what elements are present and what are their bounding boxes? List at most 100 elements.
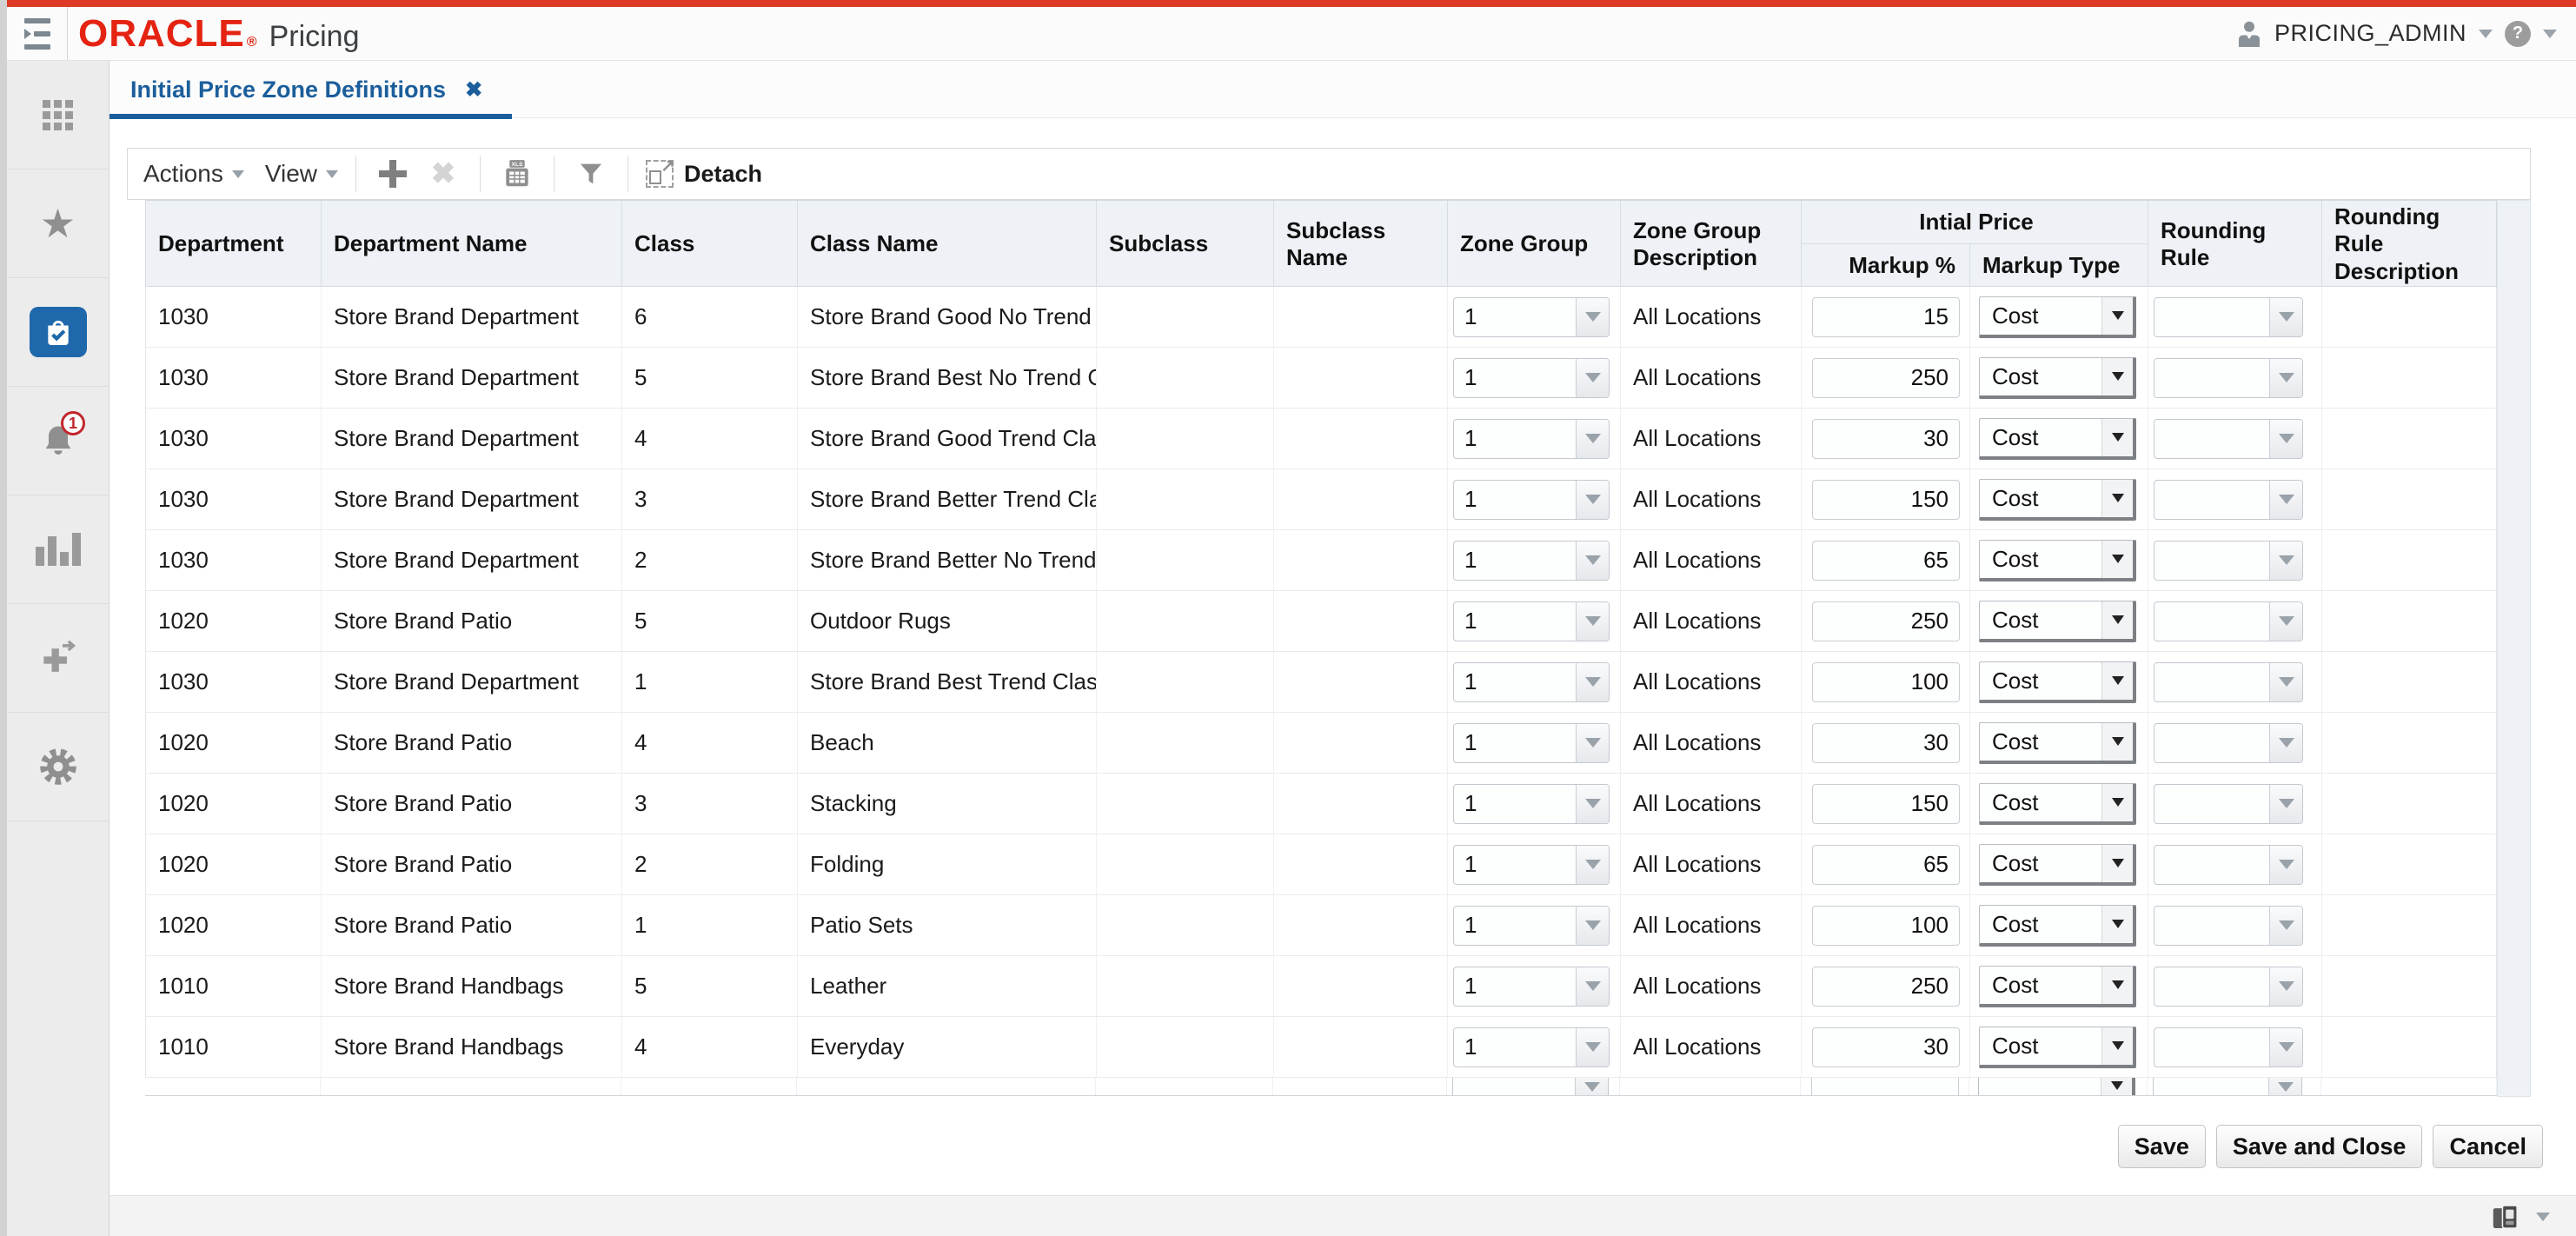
zone-group-dropdown-button[interactable] xyxy=(1576,846,1609,884)
footer-chevron-down-icon[interactable] xyxy=(2536,1213,2550,1221)
markup-type-dropdown-button[interactable] xyxy=(2101,480,2133,517)
rounding-rule-value[interactable] xyxy=(2154,602,2269,641)
markup-type-dropdown-button[interactable] xyxy=(2101,967,2133,1004)
markup-type-select[interactable]: Cost xyxy=(1979,357,2136,399)
zone-group-value[interactable]: 1 xyxy=(1454,298,1576,336)
zone-group-dropdown-button[interactable] xyxy=(1576,542,1609,580)
markup-pct-input[interactable] xyxy=(1812,784,1960,824)
rounding-rule-dropdown-button[interactable] xyxy=(2269,359,2302,397)
rounding-rule-value[interactable] xyxy=(2154,359,2269,397)
zone-group-combobox[interactable]: 1 xyxy=(1453,967,1610,1007)
markup-type-value[interactable]: Cost xyxy=(1980,723,2101,761)
table-scroll-filler-column[interactable] xyxy=(2497,200,2531,1097)
rounding-rule-value[interactable] xyxy=(2154,298,2269,336)
markup-type-dropdown-button[interactable] xyxy=(2101,419,2133,456)
rounding-rule-value[interactable] xyxy=(2154,724,2269,762)
rounding-rule-combobox[interactable] xyxy=(2154,662,2303,702)
sidebar-item-quick-create[interactable] xyxy=(7,604,109,713)
rounding-rule-dropdown-button[interactable] xyxy=(2269,542,2302,580)
markup-type-dropdown-button[interactable] xyxy=(2101,297,2133,335)
save-button[interactable]: Save xyxy=(2118,1125,2206,1168)
markup-type-value[interactable]: Cost xyxy=(1980,419,2101,456)
rounding-rule-dropdown-button[interactable] xyxy=(2269,967,2302,1006)
zone-group-dropdown-button[interactable] xyxy=(1576,481,1609,519)
markup-pct-input[interactable] xyxy=(1812,967,1960,1007)
view-menu-button[interactable]: View xyxy=(265,160,338,188)
zone-group-value[interactable]: 1 xyxy=(1454,785,1576,823)
rounding-rule-value[interactable] xyxy=(2154,420,2269,458)
zone-group-value[interactable]: 1 xyxy=(1454,846,1576,884)
tab-close-icon[interactable]: ✖ xyxy=(465,77,482,103)
markup-type-dropdown-button[interactable] xyxy=(2101,723,2133,761)
zone-group-value[interactable]: 1 xyxy=(1454,663,1576,701)
cancel-button[interactable]: Cancel xyxy=(2433,1125,2543,1168)
rounding-rule-dropdown-button[interactable] xyxy=(2269,420,2302,458)
markup-type-dropdown-button[interactable] xyxy=(2101,1027,2133,1065)
delete-row-button-disabled[interactable]: ✖ xyxy=(424,155,462,193)
markup-pct-input[interactable] xyxy=(1812,906,1960,946)
sidebar-item-tasks-active[interactable] xyxy=(7,278,109,387)
rounding-rule-value[interactable] xyxy=(2154,1028,2269,1067)
markup-type-value[interactable]: Cost xyxy=(1980,906,2101,943)
markup-pct-input[interactable] xyxy=(1812,297,1960,337)
markup-type-dropdown-button[interactable] xyxy=(2101,541,2133,578)
markup-type-value[interactable]: Cost xyxy=(1980,967,2101,1004)
rounding-rule-combobox[interactable] xyxy=(2154,297,2303,337)
markup-type-value[interactable]: Cost xyxy=(1980,1027,2101,1065)
markup-type-select[interactable]: Cost xyxy=(1979,661,2136,703)
markup-type-value[interactable]: Cost xyxy=(1980,297,2101,335)
markup-type-value[interactable]: Cost xyxy=(1980,784,2101,821)
rounding-rule-combobox[interactable] xyxy=(2154,1027,2303,1067)
markup-type-value[interactable]: Cost xyxy=(1980,480,2101,517)
markup-type-value[interactable]: Cost xyxy=(1980,358,2101,395)
rounding-rule-dropdown-button[interactable] xyxy=(2269,846,2302,884)
rounding-rule-dropdown-button[interactable] xyxy=(2269,724,2302,762)
zone-group-dropdown-button[interactable] xyxy=(1576,1028,1609,1067)
markup-pct-input[interactable] xyxy=(1812,601,1960,641)
zone-group-value[interactable]: 1 xyxy=(1454,602,1576,641)
rounding-rule-combobox[interactable] xyxy=(2154,480,2303,520)
sidebar-item-reports[interactable] xyxy=(7,495,109,604)
zone-group-dropdown-button[interactable] xyxy=(1576,359,1609,397)
add-row-button[interactable] xyxy=(374,155,412,193)
tab-initial-price-zone-definitions[interactable]: Initial Price Zone Definitions ✖ xyxy=(110,61,512,118)
zone-group-dropdown-button[interactable] xyxy=(1576,967,1609,1006)
zone-group-value[interactable]: 1 xyxy=(1454,542,1576,580)
zone-group-dropdown-button[interactable] xyxy=(1576,420,1609,458)
detach-button[interactable]: ↗ Detach xyxy=(646,160,762,188)
markup-type-select[interactable]: Cost xyxy=(1979,1027,2136,1068)
zone-group-combobox[interactable]: 1 xyxy=(1453,845,1610,885)
markup-type-select[interactable]: Cost xyxy=(1979,418,2136,460)
rounding-rule-value[interactable] xyxy=(2154,846,2269,884)
markup-type-select[interactable]: Cost xyxy=(1979,296,2136,338)
zone-group-combobox[interactable]: 1 xyxy=(1453,1027,1610,1067)
rounding-rule-combobox[interactable] xyxy=(2154,784,2303,824)
rounding-rule-combobox[interactable] xyxy=(2154,845,2303,885)
markup-type-dropdown-button[interactable] xyxy=(2101,358,2133,395)
markup-type-dropdown-button[interactable] xyxy=(2101,845,2133,882)
markup-pct-input[interactable] xyxy=(1812,662,1960,702)
markup-type-select[interactable]: Cost xyxy=(1979,966,2136,1007)
help-icon[interactable]: ? xyxy=(2505,21,2531,47)
markup-type-select[interactable]: Cost xyxy=(1979,540,2136,581)
markup-type-select[interactable]: Cost xyxy=(1979,844,2136,886)
zone-group-value[interactable]: 1 xyxy=(1454,724,1576,762)
zone-group-dropdown-button[interactable] xyxy=(1576,663,1609,701)
markup-type-select[interactable]: Cost xyxy=(1979,722,2136,764)
rounding-rule-dropdown-button[interactable] xyxy=(2269,785,2302,823)
zone-group-combobox[interactable]: 1 xyxy=(1453,662,1610,702)
zone-group-combobox[interactable]: 1 xyxy=(1453,601,1610,641)
markup-type-dropdown-button[interactable] xyxy=(2101,784,2133,821)
zone-group-combobox[interactable]: 1 xyxy=(1453,541,1610,581)
markup-pct-input[interactable] xyxy=(1812,1027,1960,1067)
markup-type-value[interactable]: Cost xyxy=(1980,601,2101,639)
markup-type-dropdown-button[interactable] xyxy=(2101,906,2133,943)
rounding-rule-value[interactable] xyxy=(2154,663,2269,701)
rounding-rule-combobox[interactable] xyxy=(2154,541,2303,581)
markup-pct-input[interactable] xyxy=(1812,419,1960,459)
markup-type-select[interactable]: Cost xyxy=(1979,905,2136,947)
sidebar-item-apps[interactable] xyxy=(7,61,109,169)
zone-group-combobox[interactable]: 1 xyxy=(1453,784,1610,824)
zone-group-dropdown-button[interactable] xyxy=(1576,602,1609,641)
rounding-rule-combobox[interactable] xyxy=(2154,601,2303,641)
